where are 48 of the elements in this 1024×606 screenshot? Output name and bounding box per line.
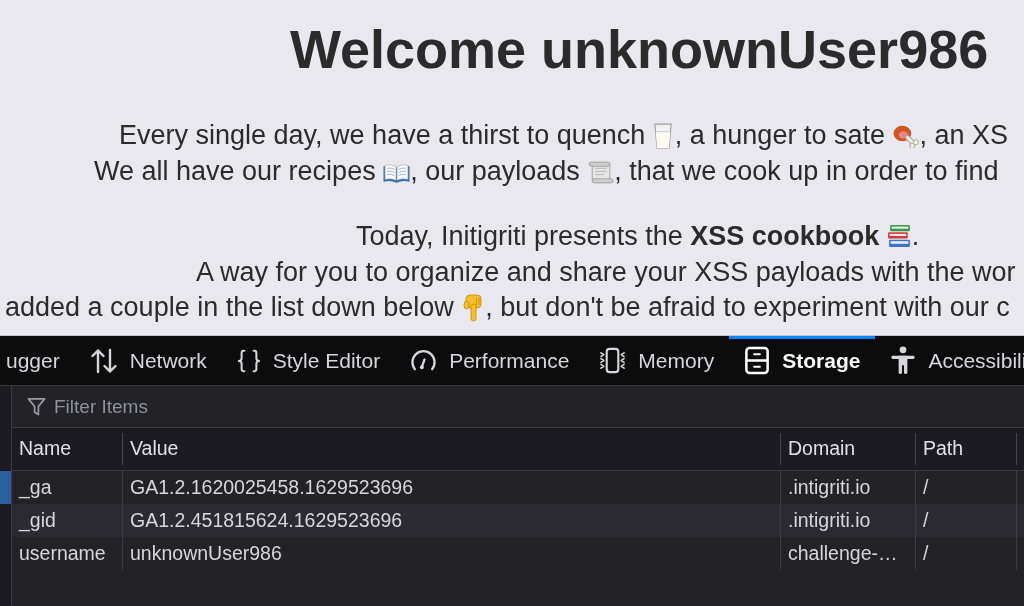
- table-cell-text: unknownUser986: [130, 540, 282, 566]
- devtools-tab[interactable]: Memory: [584, 336, 730, 385]
- milk-glass-icon: [652, 123, 673, 149]
- pointing-down-hand-icon: [463, 294, 484, 322]
- column-header[interactable]: Path: [923, 434, 964, 464]
- table-cell-text: /: [923, 540, 929, 566]
- body-text: Every single day, we have a thirst to quench: [119, 120, 647, 150]
- devtools-tab[interactable]: Performance: [395, 336, 585, 385]
- meat-on-bone-icon: [892, 123, 920, 148]
- table-cell-text: _gid: [19, 507, 56, 534]
- gauge-icon: [410, 348, 438, 373]
- braces-icon: [236, 348, 261, 373]
- stacked-books-icon: [886, 224, 912, 249]
- filter-field[interactable]: Filter Items: [54, 386, 1024, 427]
- body-text: A way for you to organize and share your XSS payloads with the wor: [196, 256, 1016, 287]
- body-text: , an XS: [919, 120, 1008, 150]
- memory-chip-icon: [599, 347, 627, 374]
- table-cell-text: .intigriti.io: [788, 474, 871, 500]
- column-header[interactable]: Domain: [788, 434, 856, 464]
- column-header[interactable]: Name: [19, 434, 72, 464]
- table-cell-text: challenge-…: [788, 540, 898, 566]
- devtools-tab[interactable]: Network: [74, 336, 222, 385]
- table-cell-text: username: [19, 540, 106, 566]
- body-text: Today, Initigriti presents the XSS cookbook: [356, 221, 881, 251]
- devtools-tab[interactable]: Style Editor: [221, 336, 396, 385]
- body-text: We all have our recipes: [94, 155, 377, 186]
- table-cell-text: /: [923, 507, 929, 533]
- filter-icon: [27, 397, 46, 416]
- table-cell-text: GA1.2.451815624.1629523696: [130, 507, 403, 533]
- body-text: , that we cook up in order to find: [614, 155, 999, 186]
- column-header[interactable]: Value: [130, 434, 179, 464]
- scroll-icon: [587, 160, 615, 184]
- person-icon: [890, 346, 917, 375]
- open-book-icon: [383, 162, 411, 184]
- body-text: added a couple in the list down below: [5, 292, 455, 322]
- table-cell-text: /: [923, 474, 929, 500]
- table-cell-text: .intigriti.io: [788, 507, 871, 533]
- body-text: , but don't be afraid to experiment with our c: [485, 292, 1010, 322]
- table-cell-text: _ga: [19, 474, 52, 501]
- devtools-tab[interactable]: ugger: [0, 336, 75, 385]
- up-down-arrows-icon: [89, 347, 118, 374]
- body-text: , our payloads: [410, 155, 581, 186]
- table-cell-text: GA1.2.1620025458.1629523696: [130, 474, 414, 500]
- body-text: .: [911, 221, 920, 251]
- body-text: , a hunger to sate: [674, 120, 886, 150]
- storage-cabinet-icon: [744, 346, 771, 375]
- page-heading: Welcome unknownUser986: [290, 18, 989, 80]
- selected-sidebar-item[interactable]: [0, 471, 11, 504]
